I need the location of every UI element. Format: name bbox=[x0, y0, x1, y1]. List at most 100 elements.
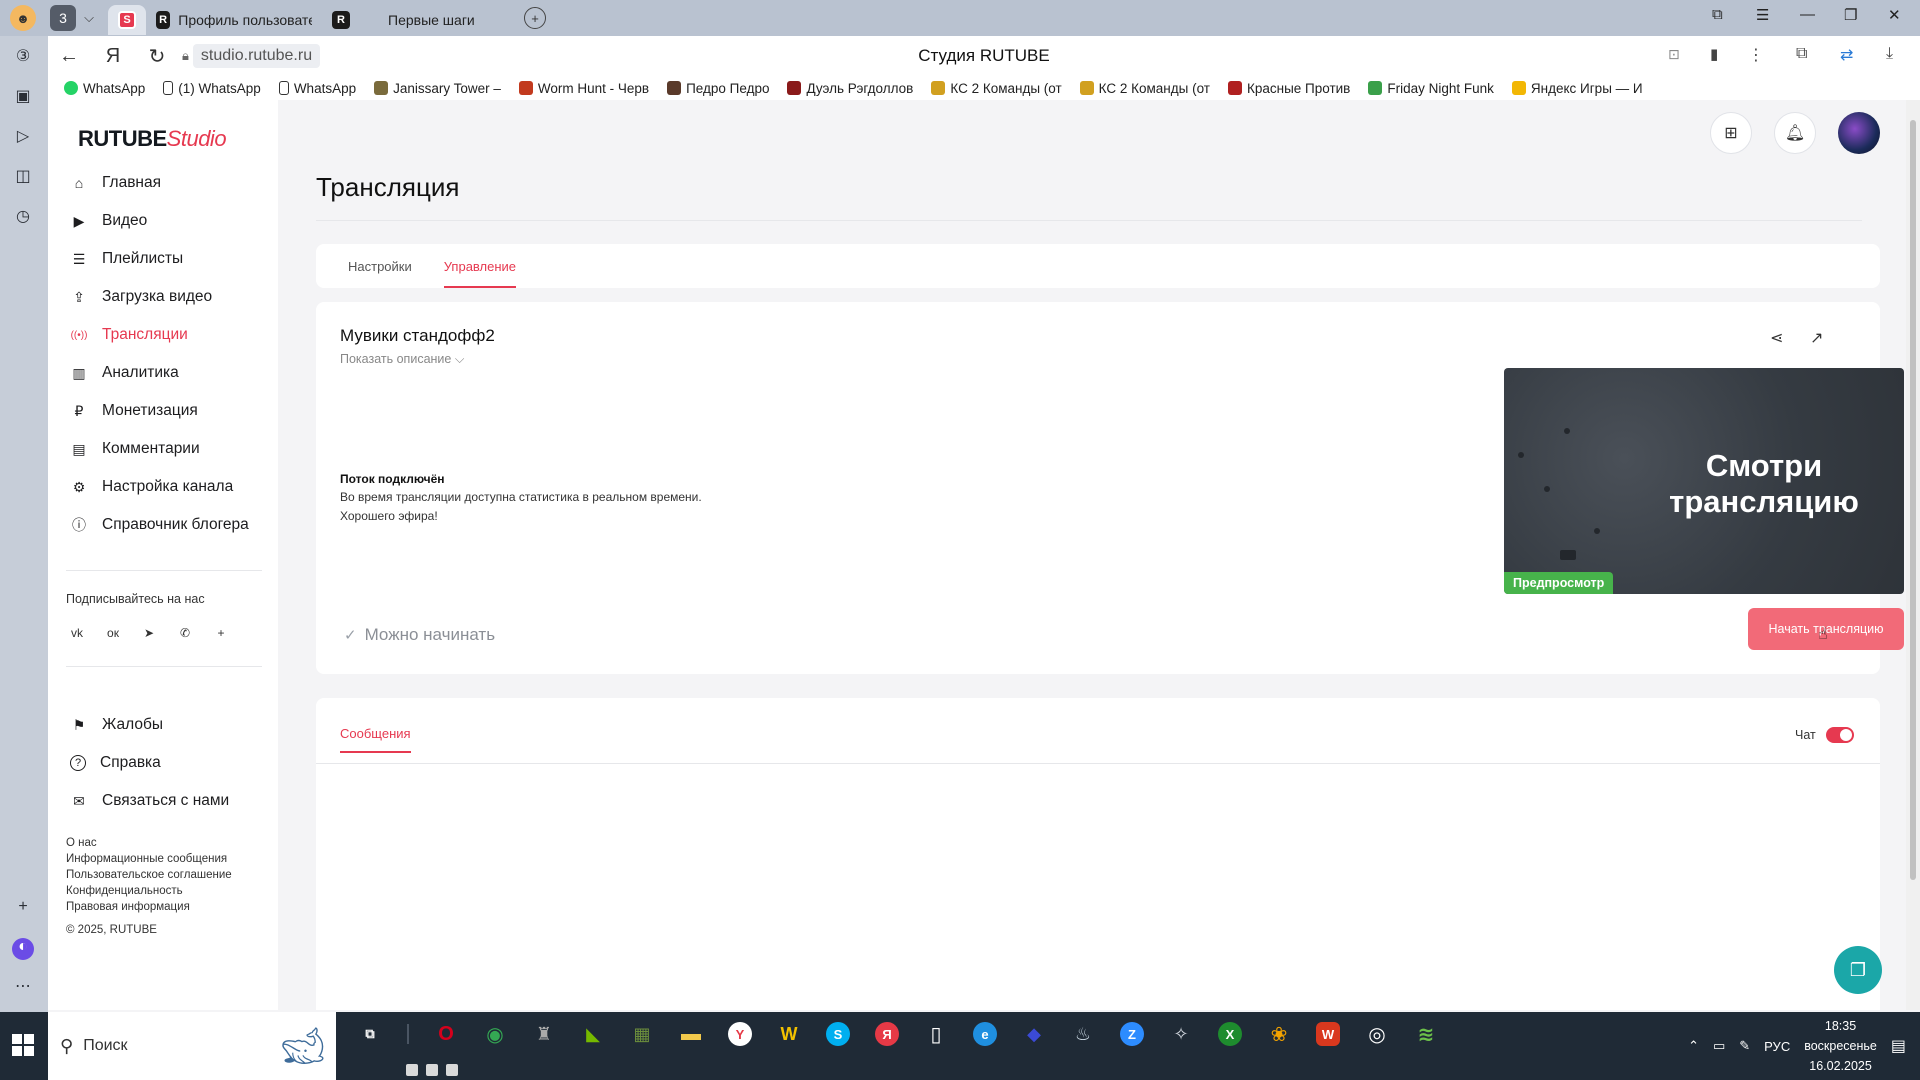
pen-icon[interactable]: ✎ bbox=[1739, 1038, 1750, 1054]
chrome-icon[interactable]: ◉ bbox=[483, 1022, 507, 1046]
tab-count-badge[interactable]: 3 bbox=[50, 5, 76, 31]
obs-icon[interactable]: ◎ bbox=[1365, 1022, 1389, 1046]
zoom-icon[interactable]: Z bbox=[1120, 1022, 1144, 1046]
footer-link-about[interactable]: О нас bbox=[66, 835, 232, 851]
menu-item-help[interactable]: ? Справка bbox=[68, 744, 229, 782]
nvidia-icon[interactable]: ◣ bbox=[581, 1022, 605, 1046]
windows-start-icon[interactable] bbox=[12, 1034, 34, 1056]
bookmark-item[interactable]: (1) WhatsApp bbox=[163, 81, 261, 96]
bookmark-item[interactable]: WhatsApp bbox=[64, 81, 145, 96]
viber-icon[interactable]: ✆ bbox=[174, 622, 196, 644]
rutube-studio-logo[interactable]: RUTUBEStudio bbox=[78, 126, 227, 152]
tab-first-steps[interactable]: R Первые шаги bbox=[322, 5, 518, 35]
create-button[interactable]: ⊞ bbox=[1710, 112, 1752, 154]
video-icon[interactable]: ▷ bbox=[12, 126, 34, 148]
browser-profile-icon[interactable]: ☻ bbox=[10, 5, 36, 31]
network-icon[interactable]: ▭ bbox=[1713, 1038, 1725, 1054]
menu-item-channel-settings[interactable]: ⚙ Настройка канала bbox=[68, 468, 249, 506]
translate-icon[interactable]: ⇄ bbox=[1840, 45, 1853, 65]
scrollbar-thumb[interactable] bbox=[1910, 120, 1916, 880]
more-icon[interactable]: + bbox=[210, 622, 232, 644]
game-icon[interactable]: ♜ bbox=[532, 1022, 556, 1046]
language-indicator[interactable]: РУС bbox=[1764, 1039, 1790, 1054]
footer-link-privacy[interactable]: Конфиденциальность bbox=[66, 883, 232, 899]
opera-icon[interactable]: O bbox=[434, 1022, 458, 1046]
external-link-icon[interactable]: ↗ bbox=[1810, 328, 1823, 348]
menu-icon[interactable]: ☰ bbox=[1756, 6, 1769, 24]
chevron-up-icon[interactable]: ⌃ bbox=[1688, 1038, 1699, 1054]
bookmark-item[interactable]: Красные Против bbox=[1227, 81, 1350, 96]
yandex-browser-icon[interactable]: Y bbox=[728, 1022, 752, 1046]
tab-messages[interactable]: Сообщения bbox=[340, 726, 411, 753]
pacman-icon[interactable]: W bbox=[777, 1022, 801, 1046]
bookmark-icon[interactable]: ▮ bbox=[1710, 45, 1718, 63]
chat-toggle[interactable] bbox=[1826, 727, 1854, 743]
xbox-icon[interactable]: X bbox=[1218, 1022, 1242, 1046]
bookmark-item[interactable]: WhatsApp bbox=[278, 81, 356, 96]
collections-icon[interactable]: ⧉ bbox=[1796, 45, 1807, 63]
explorer-icon[interactable]: ▬ bbox=[679, 1022, 703, 1046]
collections-icon[interactable]: ⧉ bbox=[1712, 6, 1723, 23]
menu-item-monetization[interactable]: ₽ Монетизация bbox=[68, 392, 249, 430]
menu-item-contact[interactable]: ✉ Связаться с нами bbox=[68, 782, 229, 820]
tab-management[interactable]: Управление bbox=[443, 244, 517, 288]
menu-item-blogger-guide[interactable]: ⓘ Справочник блогера bbox=[68, 506, 249, 544]
alice-icon[interactable]: ◐ bbox=[12, 938, 34, 960]
show-description-link[interactable]: Показать описание ⌵ bbox=[340, 352, 464, 367]
valorant-icon[interactable]: ✧ bbox=[1169, 1022, 1193, 1046]
small-app-icon[interactable] bbox=[426, 1064, 438, 1076]
menu-item-home[interactable]: ⌂ Главная bbox=[68, 164, 249, 202]
url-field[interactable]: studio.rutube.ru bbox=[192, 44, 321, 68]
support-chat-button[interactable]: ❐ bbox=[1834, 946, 1882, 994]
extensions-icon[interactable]: ⊡ bbox=[1668, 46, 1680, 63]
reload-icon[interactable]: ↻ bbox=[142, 44, 172, 69]
ok-icon[interactable]: ок bbox=[102, 622, 124, 644]
bookmark-item[interactable]: Педро Педро bbox=[667, 81, 769, 96]
messenger-icon[interactable]: ▣ bbox=[12, 86, 34, 108]
more-icon[interactable]: ⋯ bbox=[12, 976, 34, 998]
bookmark-item[interactable]: Friday Night Funk bbox=[1368, 81, 1494, 96]
menu-item-upload[interactable]: ⇪ Загрузка видео bbox=[68, 278, 249, 316]
notifications-icon[interactable]: ▤ bbox=[1891, 1036, 1906, 1056]
footer-link-legal[interactable]: Правовая информация bbox=[66, 899, 232, 915]
bookmark-item[interactable]: КС 2 Команды (от bbox=[1079, 81, 1210, 96]
footer-link-info[interactable]: Информационные сообщения bbox=[66, 851, 232, 867]
bookmark-item[interactable]: Worm Hunt - Черв bbox=[518, 81, 649, 96]
bluestacks-icon[interactable]: ≋ bbox=[1414, 1022, 1438, 1046]
new-tab-icon[interactable]: + bbox=[524, 7, 546, 29]
notifications-button[interactable]: 🔔︎ bbox=[1774, 112, 1816, 154]
footer-link-terms[interactable]: Пользовательское соглашение bbox=[66, 867, 232, 883]
telegram-icon[interactable]: ➤ bbox=[138, 622, 160, 644]
menu-item-analytics[interactable]: ▥ Аналитика bbox=[68, 354, 249, 392]
bookmark-item[interactable]: Дуэль Рэгдоллов bbox=[787, 81, 913, 96]
vk-icon[interactable]: vk bbox=[66, 622, 88, 644]
close-icon[interactable]: ✕ bbox=[1888, 6, 1901, 24]
edge-icon[interactable]: e bbox=[973, 1022, 997, 1046]
kebab-menu-icon[interactable]: ⋮ bbox=[1748, 45, 1764, 65]
restore-icon[interactable]: ❐ bbox=[1844, 6, 1857, 24]
tab-settings[interactable]: Настройки bbox=[348, 244, 412, 288]
back-icon[interactable]: ← bbox=[54, 45, 84, 68]
tabs-icon[interactable]: ③ bbox=[12, 46, 34, 68]
taskbar-search[interactable]: ⚲ Поиск 🐋︎ bbox=[48, 1012, 336, 1080]
add-panel-icon[interactable]: + bbox=[12, 898, 34, 920]
stream-preview[interactable]: Смотри трансляцию Предпросмотр bbox=[1504, 368, 1904, 594]
menu-item-comments[interactable]: ▤ Комментарии bbox=[68, 430, 249, 468]
bookmark-item[interactable]: Janissary Tower – bbox=[374, 81, 501, 96]
menu-item-video[interactable]: ▶ Видео bbox=[68, 202, 249, 240]
history-icon[interactable]: ◷ bbox=[12, 206, 34, 228]
menu-item-broadcasts[interactable]: ((•)) Трансляции bbox=[68, 316, 249, 354]
minecraft-icon[interactable]: ▦ bbox=[630, 1022, 654, 1046]
app-icon[interactable]: ◆ bbox=[1022, 1022, 1046, 1046]
minimize-icon[interactable]: — bbox=[1800, 6, 1815, 23]
skype-icon[interactable]: S bbox=[826, 1022, 850, 1046]
steam-icon[interactable]: ♨ bbox=[1071, 1022, 1095, 1046]
scrollbar[interactable] bbox=[1906, 100, 1920, 1010]
file-icon[interactable]: ▯ bbox=[924, 1022, 948, 1046]
clock[interactable]: 18:35 воскресенье 16.02.2025 bbox=[1804, 1016, 1877, 1076]
chevron-down-icon[interactable]: ⌵ bbox=[76, 5, 102, 31]
yandex-icon[interactable]: Я bbox=[98, 45, 128, 68]
wps-icon[interactable]: W bbox=[1316, 1022, 1340, 1046]
tab-studio[interactable]: S bbox=[108, 5, 146, 35]
small-app-icon[interactable] bbox=[406, 1064, 418, 1076]
